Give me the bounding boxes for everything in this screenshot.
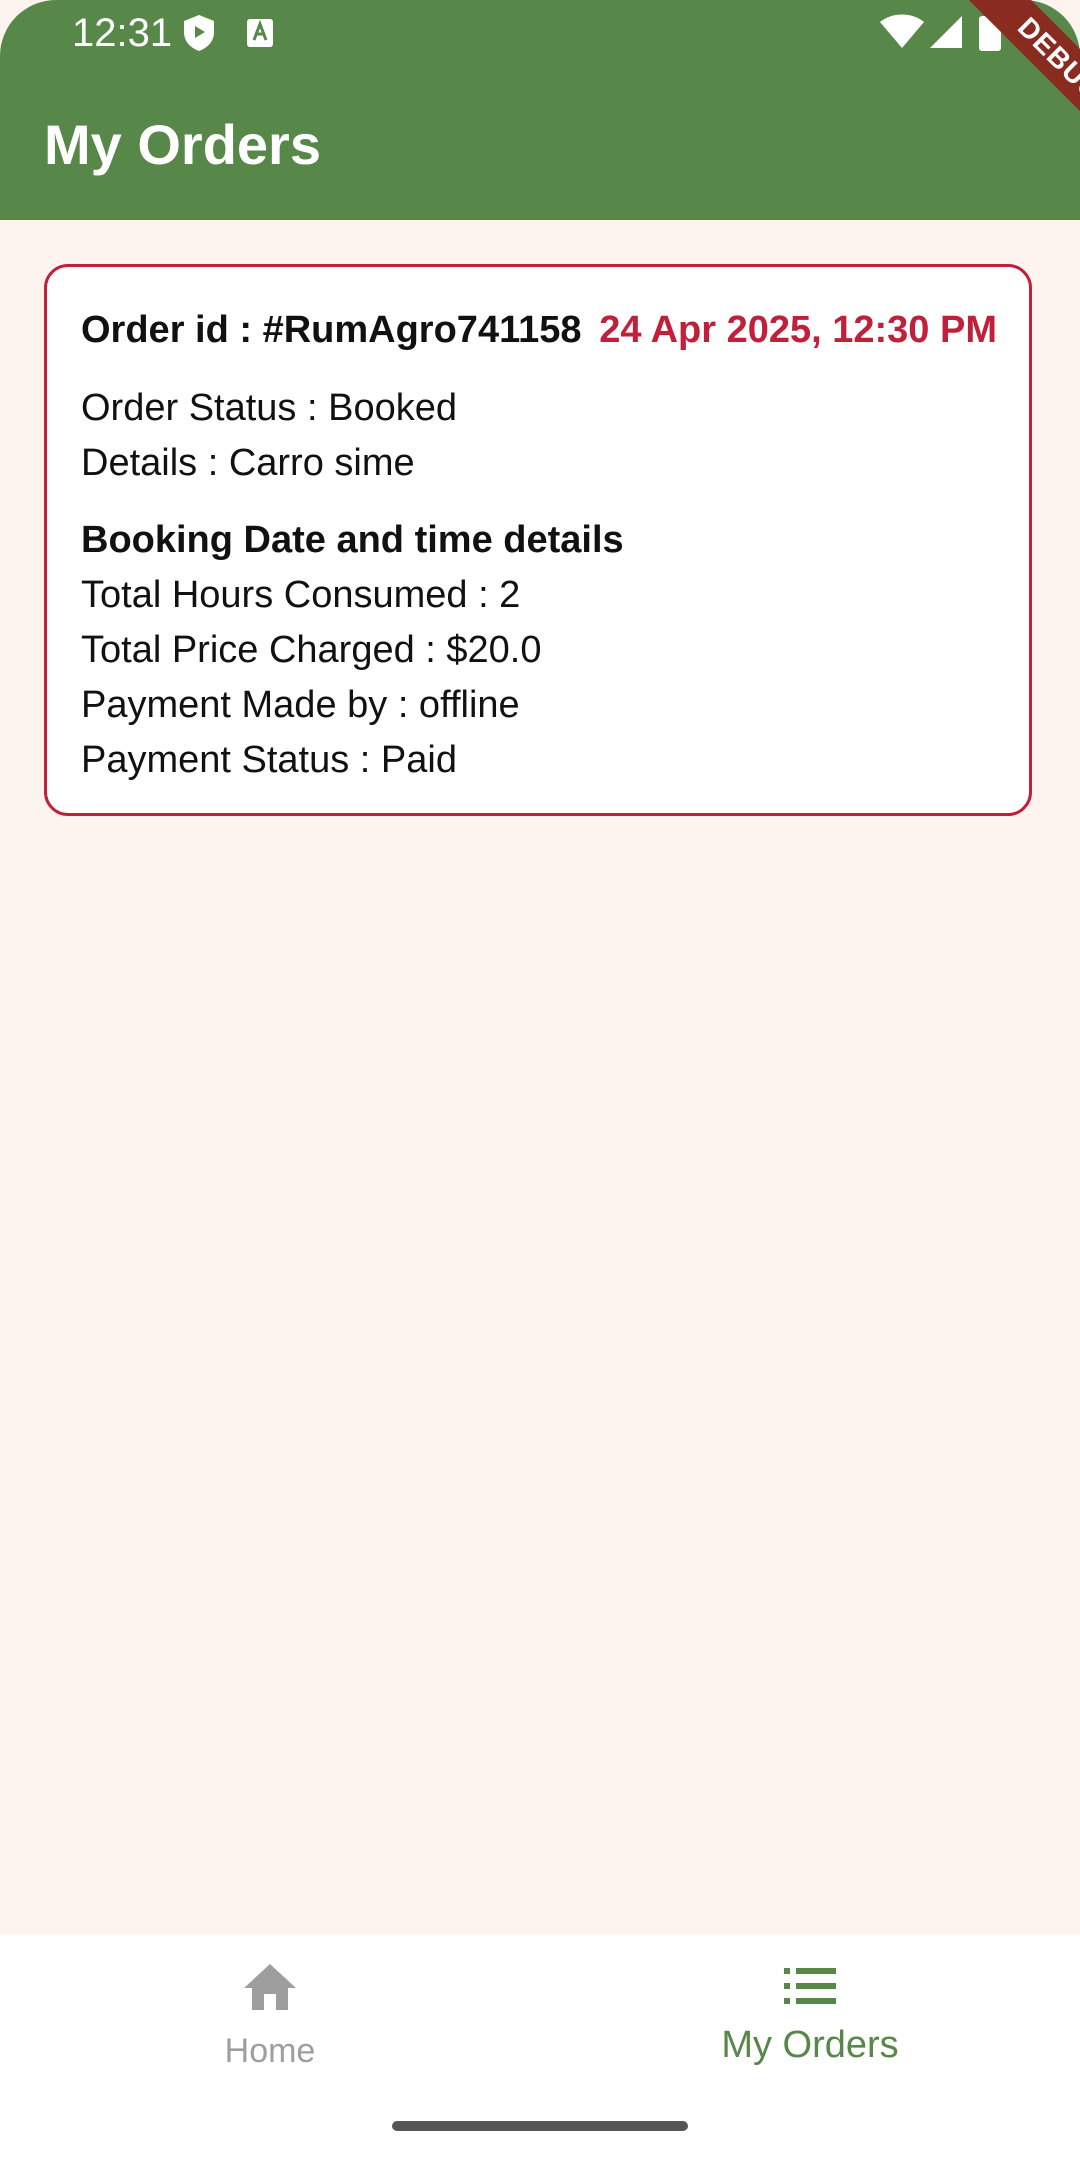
app-bar: 12:31 My Orders DEBUG — [0, 0, 1080, 220]
nav-label-my-orders: My Orders — [721, 2024, 899, 2066]
order-status: Order Status : Booked — [81, 387, 457, 429]
nav-item-home[interactable]: Home — [0, 1934, 540, 2124]
nav-label-home: Home — [224, 2032, 316, 2070]
order-card[interactable]: Order id : #RumAgro741158 24 Apr 2025, 1… — [44, 264, 1032, 816]
home-icon — [242, 1962, 298, 2017]
page-title: My Orders — [44, 113, 321, 176]
order-details: Details : Carro sime — [81, 442, 415, 484]
total-price: Total Price Charged : $20.0 — [81, 629, 542, 671]
order-id: Order id : #RumAgro741158 — [81, 309, 582, 351]
list-icon — [784, 1968, 836, 2009]
booking-heading: Booking Date and time details — [81, 519, 624, 561]
debug-banner: DEBUG — [910, 0, 1080, 170]
payment-method: Payment Made by : offline — [81, 684, 520, 726]
screen: 12:31 My Orders DEBUG Order id: #RumAgr… — [0, 0, 1080, 2160]
shield-icon — [182, 14, 216, 57]
keyboard-a-icon — [246, 18, 274, 53]
gesture-home-bar[interactable] — [392, 2121, 688, 2131]
status-time: 12:31 — [72, 11, 173, 55]
debug-banner-label: DEBUG — [952, 0, 1080, 168]
order-date: 24 Apr 2025, 12:30 PM — [599, 309, 997, 351]
nav-item-my-orders[interactable]: My Orders — [540, 1934, 1080, 2124]
total-hours: Total Hours Consumed : 2 — [81, 574, 521, 616]
payment-status: Payment Status : Paid — [81, 739, 457, 781]
